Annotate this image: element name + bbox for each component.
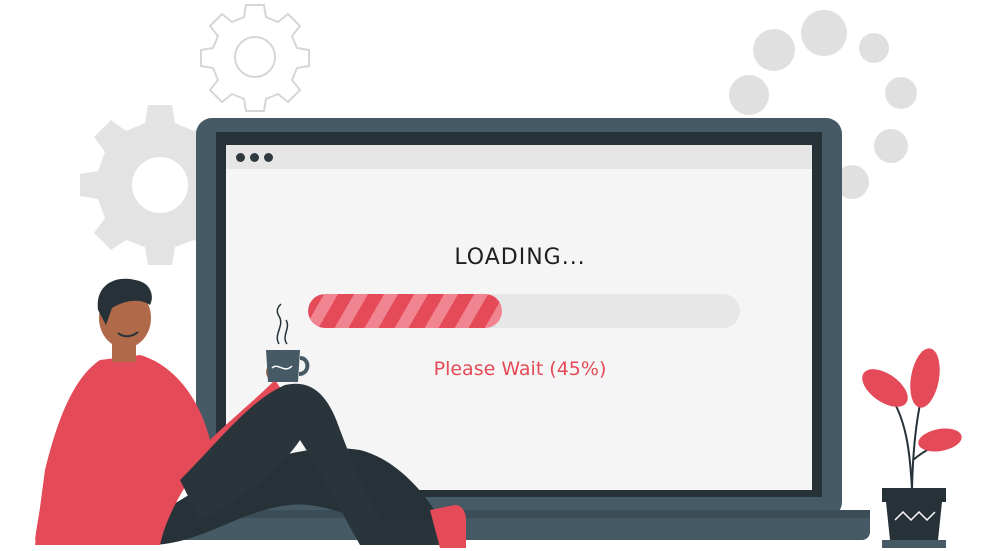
loading-title: LOADING... — [454, 245, 586, 270]
progress-status: Please Wait (45%) — [433, 358, 607, 380]
plant-icon — [862, 348, 962, 548]
gear-outline-icon — [200, 4, 310, 112]
progress-bar — [308, 294, 740, 328]
progress-bar-fill — [308, 294, 503, 328]
illustration — [35, 4, 962, 548]
